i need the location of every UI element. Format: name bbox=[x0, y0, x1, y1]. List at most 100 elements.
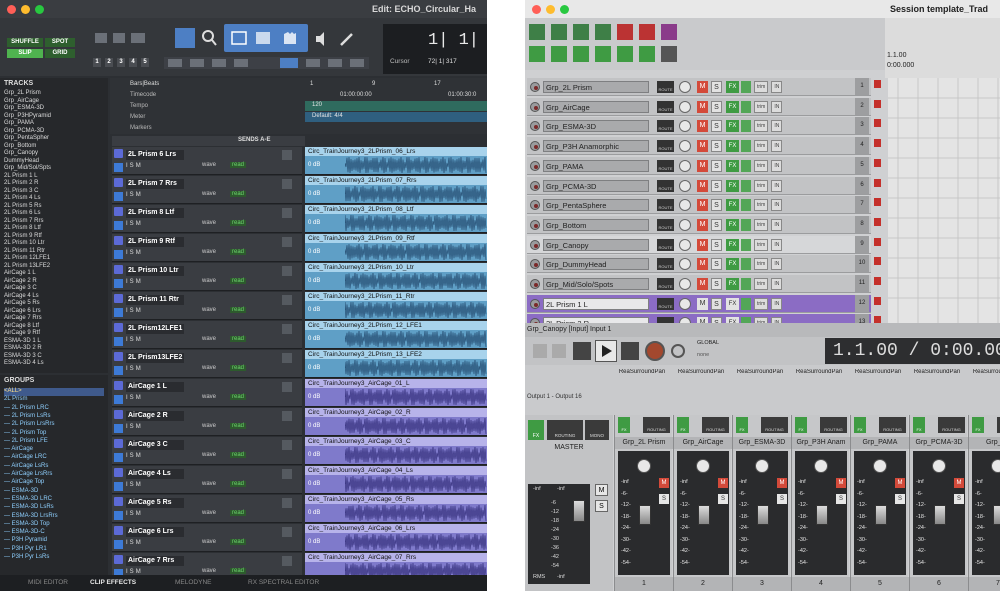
search-icon[interactable] bbox=[200, 28, 218, 48]
track-btn-i[interactable]: I bbox=[126, 452, 128, 461]
track-row[interactable]: Grp_Canopy ROUTE M S FX trim IN 9 bbox=[527, 235, 881, 254]
send-slot[interactable] bbox=[282, 382, 292, 392]
audio-clip[interactable]: Circ_TrainJourney3_2LPrism_09_Rtf 0 dB bbox=[305, 234, 487, 262]
send-slot[interactable] bbox=[282, 556, 292, 566]
input-button[interactable]: IN bbox=[771, 140, 783, 153]
track-btn-s[interactable]: S bbox=[130, 336, 134, 345]
strip-fx-button[interactable]: FX bbox=[854, 417, 866, 433]
view-selector[interactable]: wave bbox=[202, 162, 216, 168]
audio-clip[interactable]: Circ_TrainJourney3_2LPrism_07_Rrs 0 dB bbox=[305, 176, 487, 204]
audio-clip[interactable]: Circ_TrainJourney3_AirCage_06_Lrs 0 dB bbox=[305, 524, 487, 552]
nudge-5-button[interactable]: 5 bbox=[141, 58, 149, 67]
pause-icon[interactable] bbox=[621, 342, 639, 360]
rewind-icon[interactable] bbox=[533, 344, 547, 358]
phase-button[interactable] bbox=[741, 100, 751, 113]
group-list-item[interactable]: — P3H Pyr LsRs bbox=[4, 554, 49, 562]
mute-button[interactable]: M bbox=[697, 179, 708, 192]
group-list-item[interactable]: — ESMA-3D Top bbox=[4, 521, 50, 529]
zoom-icon[interactable] bbox=[560, 4, 569, 14]
automation-mode[interactable]: read bbox=[230, 307, 247, 313]
strip-name[interactable]: Grp_PCMA-3D bbox=[910, 437, 968, 449]
strip-mute-button[interactable]: M bbox=[954, 478, 964, 488]
trim-button[interactable]: trim bbox=[754, 258, 769, 271]
strip-mute-button[interactable]: M bbox=[777, 478, 787, 488]
automation-mode[interactable]: read bbox=[230, 510, 247, 516]
volume-knob[interactable] bbox=[679, 81, 691, 93]
record-arm-icon[interactable] bbox=[530, 200, 540, 211]
track-row[interactable]: Grp_Mid/Solo/Spots ROUTE M S FX trim IN 11 bbox=[527, 275, 881, 293]
track-btn-s[interactable]: S bbox=[130, 278, 134, 287]
group-list-item[interactable]: — AirCage LsRs bbox=[4, 463, 48, 471]
phase-button[interactable] bbox=[741, 179, 751, 192]
volume-fader[interactable] bbox=[993, 505, 1000, 525]
trim-button[interactable]: trim bbox=[754, 81, 769, 93]
track-btn-i[interactable]: I bbox=[126, 481, 128, 490]
record-arm-icon[interactable] bbox=[530, 180, 540, 191]
tab-melodyne[interactable]: MELODYNE bbox=[175, 579, 211, 586]
secondary-toolbar[interactable] bbox=[164, 57, 369, 69]
view-selector[interactable]: wave bbox=[202, 307, 216, 313]
automation-icon[interactable] bbox=[114, 453, 123, 462]
group-list-item[interactable]: — AirCage bbox=[4, 446, 33, 454]
group-list-item[interactable]: 2L Prism bbox=[4, 396, 27, 404]
track-btn-m[interactable]: M bbox=[136, 452, 141, 461]
record-arm-icon[interactable] bbox=[530, 141, 540, 152]
view-selector[interactable]: wave bbox=[202, 481, 216, 487]
trim-button[interactable]: trim bbox=[754, 199, 769, 212]
automation-icon[interactable] bbox=[114, 221, 123, 230]
send-slot[interactable] bbox=[282, 498, 292, 508]
track-name[interactable]: 2L Prism 10 Ltr bbox=[126, 266, 184, 276]
solo-button[interactable]: S bbox=[711, 297, 722, 310]
volume-knob[interactable] bbox=[679, 258, 691, 271]
track-name[interactable]: 2L Prism 1 L bbox=[543, 297, 649, 310]
automation-mode[interactable]: read bbox=[230, 423, 247, 429]
send-slot[interactable] bbox=[282, 469, 292, 479]
track-btn-i[interactable]: I bbox=[126, 278, 128, 287]
track-list-item[interactable]: ESMA-3D 4 Ls bbox=[4, 360, 44, 368]
edit-tools-group[interactable] bbox=[224, 24, 308, 52]
strip-routing-button[interactable]: ROUTING bbox=[702, 417, 729, 433]
mute-button[interactable]: M bbox=[697, 218, 708, 231]
track-btn-i[interactable]: I bbox=[126, 539, 128, 548]
input-button[interactable]: IN bbox=[771, 159, 783, 172]
pan-knob[interactable] bbox=[814, 459, 828, 473]
automation-mode[interactable]: read bbox=[230, 249, 247, 255]
send-slot[interactable] bbox=[282, 266, 292, 276]
view-selector[interactable]: wave bbox=[202, 394, 216, 400]
master-routing-button[interactable]: ROUTING bbox=[547, 420, 583, 440]
track-btn-m[interactable]: M bbox=[136, 365, 141, 374]
automation-mode[interactable]: read bbox=[230, 365, 247, 371]
input-button[interactable]: IN bbox=[771, 199, 783, 212]
audio-clip[interactable]: Circ_TrainJourney3_2LPrism_10_Ltr 0 dB bbox=[305, 263, 487, 291]
tab-midi-editor[interactable]: MIDI EDITOR bbox=[28, 579, 68, 586]
volume-knob[interactable] bbox=[679, 100, 691, 113]
audio-clip[interactable]: Circ_TrainJourney3_2LPrism_11_Rtr 0 dB bbox=[305, 292, 487, 320]
fx-button[interactable]: FX bbox=[726, 81, 739, 93]
group-list-item[interactable]: — ESMA-3D bbox=[4, 488, 38, 496]
automation-mode[interactable]: read bbox=[230, 568, 247, 574]
view-selector[interactable]: wave bbox=[202, 423, 216, 429]
track-btn-s[interactable]: S bbox=[130, 394, 134, 403]
audio-clip[interactable]: Circ_TrainJourney3_AirCage_04_Ls 0 dB bbox=[305, 466, 487, 494]
volume-fader[interactable] bbox=[875, 505, 887, 525]
record-icon[interactable] bbox=[645, 341, 665, 361]
minimize-icon[interactable] bbox=[546, 4, 555, 14]
audio-clip[interactable]: Circ_TrainJourney3_AirCage_02_R 0 dB bbox=[305, 408, 487, 436]
input-button[interactable]: IN bbox=[771, 120, 783, 133]
strip-mute-button[interactable]: M bbox=[718, 478, 728, 488]
strip-mute-button[interactable]: M bbox=[836, 478, 846, 488]
send-slot[interactable] bbox=[282, 527, 292, 537]
track-btn-m[interactable]: M bbox=[136, 307, 141, 316]
track-btn-s[interactable]: S bbox=[130, 452, 134, 461]
track-name[interactable]: Grp_Mid/Solo/Spots bbox=[543, 278, 649, 290]
solo-button[interactable]: S bbox=[711, 159, 722, 172]
audio-clip[interactable]: Circ_TrainJourney3_AirCage_03_C 0 dB bbox=[305, 437, 487, 465]
input-button[interactable]: IN bbox=[771, 81, 783, 93]
strip-solo-button[interactable]: S bbox=[777, 494, 787, 504]
phase-button[interactable] bbox=[741, 238, 751, 251]
group-list-item[interactable]: — 2L Prism LrsRrs bbox=[4, 421, 54, 429]
track-name[interactable]: 2L Prism 11 Rtr bbox=[126, 295, 184, 305]
route-button[interactable]: ROUTE bbox=[657, 100, 674, 113]
strip-fx-button[interactable]: FX bbox=[795, 417, 807, 433]
fx-button[interactable]: FX bbox=[726, 120, 739, 133]
